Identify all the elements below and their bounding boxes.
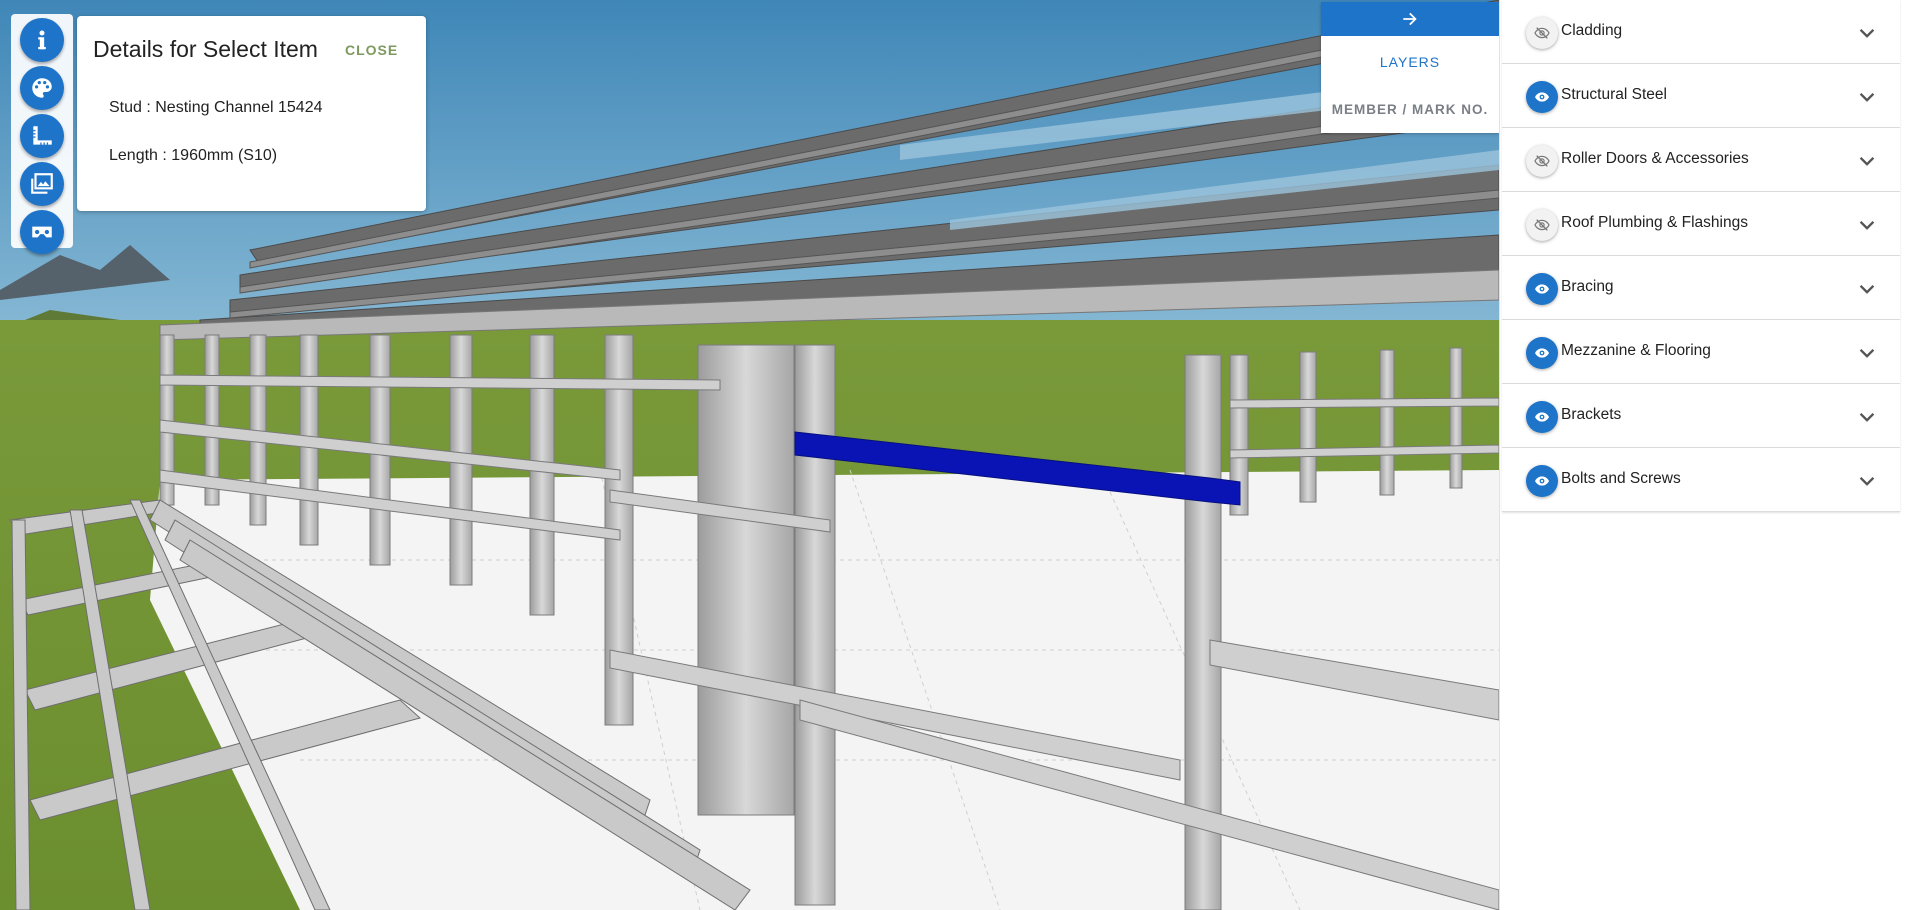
layer-label: Roof Plumbing & Flashings (1561, 214, 1748, 231)
details-title: Details for Select Item (93, 36, 318, 62)
layer-label: Mezzanine & Flooring (1561, 342, 1711, 359)
expand-layer-button[interactable] (1856, 406, 1878, 433)
layer-row[interactable]: Bolts and Screws (1502, 448, 1900, 512)
eye-off-icon (1534, 219, 1550, 231)
layer-visibility-toggle[interactable] (1526, 273, 1558, 305)
expand-layer-button[interactable] (1856, 470, 1878, 497)
tab-layers[interactable]: LAYERS (1321, 54, 1499, 70)
layer-visibility-toggle[interactable] (1526, 145, 1558, 177)
layer-label: Roller Doors & Accessories (1561, 150, 1749, 167)
layer-visibility-toggle[interactable] (1526, 401, 1558, 433)
detail-stud: Stud : Nesting Channel 15424 (109, 99, 323, 116)
chevron-down-icon (1859, 220, 1875, 230)
measure-button[interactable] (20, 114, 64, 158)
detail-length: Length : 1960mm (S10) (109, 147, 278, 164)
layer-visibility-toggle[interactable] (1526, 337, 1558, 369)
layer-visibility-toggle[interactable] (1526, 465, 1558, 497)
layer-row[interactable]: Bracing (1502, 256, 1900, 320)
eye-icon (1535, 284, 1549, 294)
eye-icon (1535, 348, 1549, 358)
layer-row[interactable]: Roller Doors & Accessories (1502, 128, 1900, 192)
chevron-down-icon (1859, 412, 1875, 422)
chevron-down-icon (1859, 476, 1875, 486)
expand-layer-button[interactable] (1856, 150, 1878, 177)
layer-row[interactable]: Roof Plumbing & Flashings (1502, 192, 1900, 256)
vr-headset-icon (32, 226, 52, 238)
item-details-card: Details for Select Item CLOSE Stud : Nes… (77, 16, 426, 211)
color-palette-button[interactable] (20, 66, 64, 110)
layer-label: Structural Steel (1561, 86, 1667, 103)
layer-label: Brackets (1561, 406, 1622, 423)
measure-icon (33, 126, 52, 145)
layer-label: Cladding (1561, 22, 1623, 39)
chevron-down-icon (1859, 156, 1875, 166)
chevron-down-icon (1859, 284, 1875, 294)
layer-visibility-toggle[interactable] (1526, 209, 1558, 241)
layer-visibility-toggle[interactable] (1526, 17, 1558, 49)
chevron-down-icon (1859, 92, 1875, 102)
chevron-down-icon (1859, 348, 1875, 358)
collapse-panel-button[interactable] (1321, 2, 1499, 36)
layers-panel: Cladding Structural Steel Roller Doors & A… (1499, 0, 1911, 910)
eye-off-icon (1534, 155, 1550, 167)
layer-label: Bracing (1561, 278, 1614, 295)
view-tabs: LAYERS MEMBER / MARK NO. (1321, 2, 1499, 133)
layer-row[interactable]: Brackets (1502, 384, 1900, 448)
layer-label: Bolts and Screws (1561, 470, 1681, 487)
eye-icon (1535, 412, 1549, 422)
palette-icon (32, 78, 52, 98)
eye-icon (1535, 476, 1549, 486)
expand-layer-button[interactable] (1856, 214, 1878, 241)
tab-member-mark-no[interactable]: MEMBER / MARK NO. (1321, 102, 1499, 117)
gallery-button[interactable] (20, 162, 64, 206)
tool-toolbar (11, 14, 73, 254)
expand-layer-button[interactable] (1856, 342, 1878, 369)
info-icon (38, 30, 46, 50)
layer-row[interactable]: Mezzanine & Flooring (1502, 320, 1900, 384)
close-button[interactable]: CLOSE (345, 42, 398, 58)
gallery-icon (31, 173, 53, 194)
layer-row[interactable]: Structural Steel (1502, 64, 1900, 128)
eye-off-icon (1534, 27, 1550, 39)
layer-row[interactable]: Cladding (1502, 0, 1900, 64)
layer-visibility-toggle[interactable] (1526, 81, 1558, 113)
vr-view-button[interactable] (20, 210, 64, 254)
chevron-down-icon (1859, 28, 1875, 38)
arrow-right-icon (1403, 12, 1417, 26)
expand-layer-button[interactable] (1856, 86, 1878, 113)
eye-icon (1535, 92, 1549, 102)
expand-layer-button[interactable] (1856, 22, 1878, 49)
expand-layer-button[interactable] (1856, 278, 1878, 305)
info-button[interactable] (20, 18, 64, 62)
